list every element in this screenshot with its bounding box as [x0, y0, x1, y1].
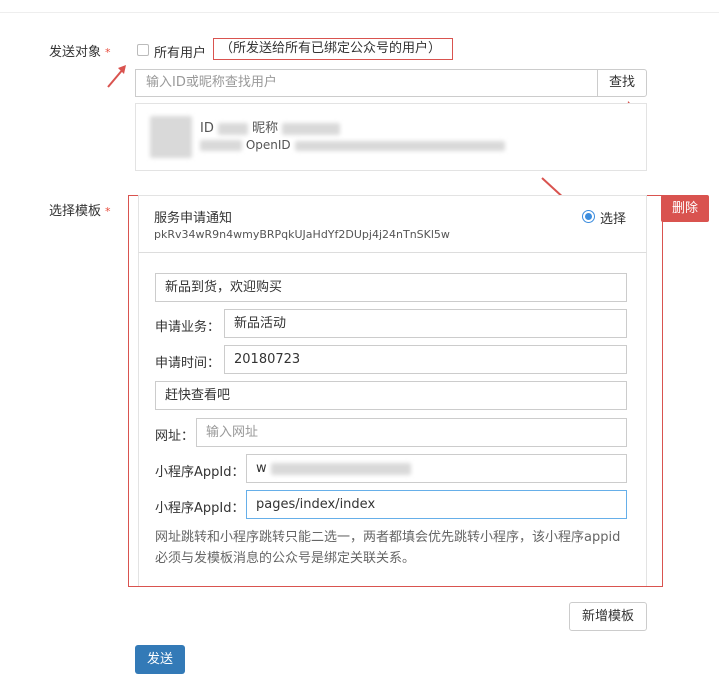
all-users-label: 所有用户 [154, 46, 207, 61]
template-name: 服务申请通知 [154, 211, 233, 226]
appid-input[interactable]: w [246, 454, 627, 483]
user-result-card[interactable]: ID 昵称 OpenID [135, 103, 647, 171]
all-users-checkbox[interactable] [137, 44, 149, 56]
url-input[interactable]: 输入网址 [196, 418, 627, 447]
first-field[interactable]: 新品到货，欢迎购买 [155, 273, 627, 302]
jump-rule-note: 网址跳转和小程序跳转只能二选一，两者都填会优先跳转小程序，该小程序appid必须… [155, 530, 621, 566]
remark-field[interactable]: 赶快查看吧 [155, 381, 627, 410]
page-path-label: 小程序AppId： [155, 501, 245, 516]
business-label: 申请业务： [155, 320, 221, 335]
avatar [150, 116, 192, 158]
time-field[interactable]: 20180723 [224, 345, 627, 374]
page-path-input[interactable]: pages/index/index [246, 490, 627, 519]
template-label: 选择模板 * [49, 204, 111, 219]
template-select-label: 选择 [600, 212, 627, 227]
time-label: 申请时间： [155, 356, 221, 371]
user-id-line: ID 昵称 [200, 117, 341, 136]
annotation-arrow-icon [107, 65, 126, 88]
add-template-button[interactable]: 新增模板 [569, 602, 647, 631]
template-select-radio[interactable] [582, 210, 595, 223]
template-card-header[interactable]: 服务申请通知 pkRv34wR9n4wmyBRPqkUJaHdYf2DUpj4j… [138, 195, 647, 253]
user-search-input[interactable]: 输入ID或昵称查找用户 [135, 69, 598, 97]
delete-template-button[interactable]: 删除 [661, 195, 709, 222]
send-button[interactable]: 发送 [135, 645, 185, 674]
send-target-label: 发送对象 * [49, 45, 111, 60]
top-divider [0, 12, 719, 13]
all-users-hint: （所发送给所有已绑定公众号的用户） [213, 38, 453, 60]
search-button[interactable]: 查找 [597, 69, 647, 97]
business-field[interactable]: 新品活动 [224, 309, 627, 338]
url-label: 网址： [155, 429, 195, 444]
appid-label: 小程序AppId： [155, 465, 245, 480]
user-openid-line: OpenID [200, 138, 505, 152]
template-id: pkRv34wR9n4wmyBRPqkUJaHdYf2DUpj4j24nTnSK… [154, 228, 450, 241]
